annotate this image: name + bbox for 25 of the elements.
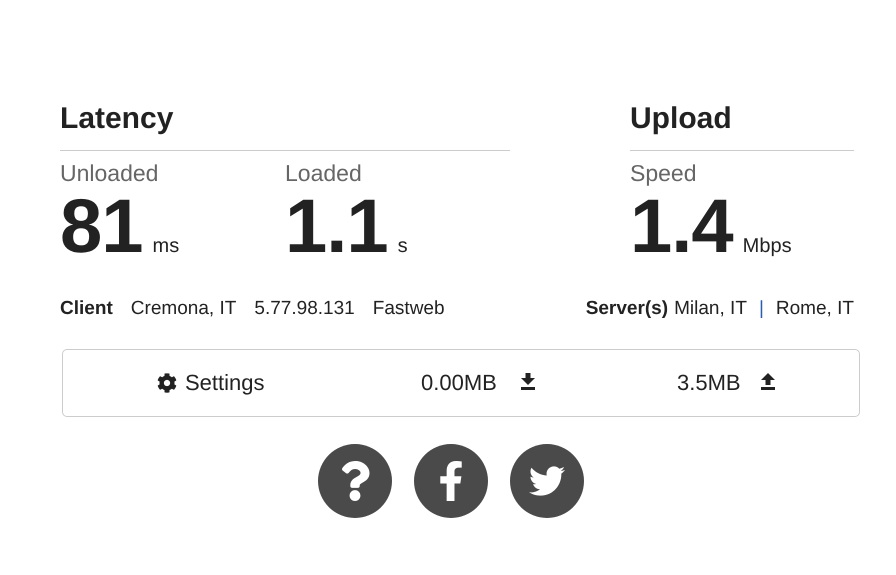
metric-value: 1.1: [285, 185, 388, 269]
metric-label: Speed: [630, 159, 697, 187]
settings-button[interactable]: Settings: [153, 368, 268, 398]
upload-icon: [761, 373, 775, 390]
uploaded-amount: 3.5MB: [677, 370, 741, 396]
settings-icon: [157, 373, 177, 393]
metric-unit: ms: [152, 235, 180, 258]
section-heading: Upload: [630, 98, 854, 151]
servers-label: Server(s): [586, 297, 668, 321]
section-heading: Latency: [60, 98, 510, 151]
client-isp: Fastweb: [372, 297, 445, 321]
client-location: Cremona, IT: [130, 297, 236, 321]
metric-value: 81: [60, 185, 143, 269]
client-label: Client: [60, 297, 113, 321]
metric-label: Loaded: [285, 159, 362, 187]
server-name: Rome, IT: [776, 297, 854, 321]
downloaded-amount: 0.00MB: [421, 370, 497, 396]
client-ip: 5.77.98.131: [254, 297, 355, 321]
download-icon: [521, 373, 535, 390]
server-name: Milan, IT: [674, 297, 747, 321]
metric-unit: Mbps: [742, 235, 792, 258]
metric-label: Unloaded: [60, 159, 158, 187]
separator: |: [758, 297, 764, 321]
metric-unit: s: [398, 235, 408, 258]
metric-value: 1.4: [630, 185, 733, 269]
